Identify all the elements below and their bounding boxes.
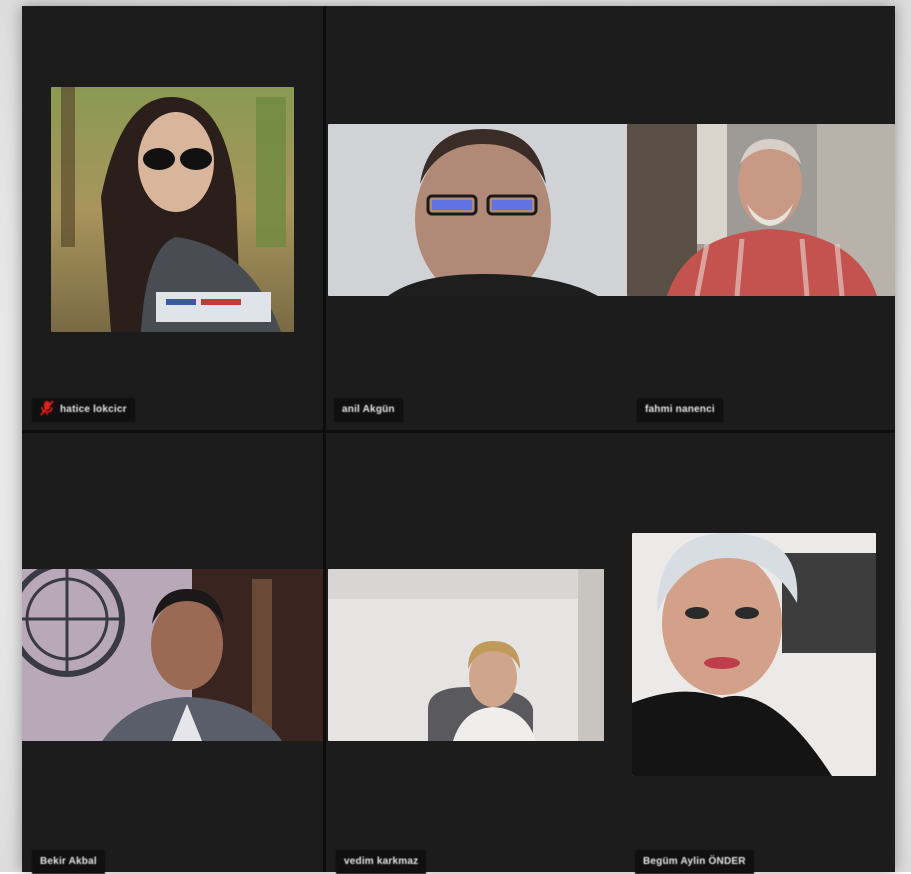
participant-video-1	[51, 87, 294, 332]
participant-tile-6[interactable]: Begüm Aylin ÖNDER	[627, 433, 895, 874]
participant-name-label: Bekir Akbal	[40, 856, 97, 867]
participant-name-tag-6: Begüm Aylin ÖNDER	[635, 850, 754, 874]
participant-name-label: fahmi nanenci	[645, 404, 715, 415]
participant-tile-5[interactable]: vedim karkmaz	[326, 433, 627, 874]
participant-name-label: Begüm Aylin ÖNDER	[643, 856, 746, 867]
participant-video-4	[22, 569, 323, 741]
participant-tile-1[interactable]: hatice lokcicr	[22, 6, 323, 430]
participant-name-tag-1: hatice lokcicr	[32, 398, 135, 422]
muted-microphone-icon	[40, 400, 54, 416]
participant-tile-2[interactable]: anil Akgün	[326, 6, 628, 430]
participant-tile-3[interactable]: fahmi nanenci	[627, 6, 895, 430]
participant-name-tag-3: fahmi nanenci	[637, 398, 723, 422]
participant-name-tag-4: Bekir Akbal	[32, 850, 105, 874]
participant-video-3	[627, 124, 895, 296]
participant-tile-4[interactable]: Bekir Akbal	[22, 433, 323, 874]
participant-name-tag-5: vedim karkmaz	[336, 850, 427, 874]
participant-video-5	[328, 569, 604, 741]
gallery-view-grid: hatice lokcicr anil Akgün fahmi nanenci …	[22, 6, 895, 874]
participant-name-tag-2: anil Akgün	[334, 398, 403, 422]
participant-name-label: hatice lokcicr	[60, 404, 127, 415]
screenshot-frame: hatice lokcicr anil Akgün fahmi nanenci …	[0, 0, 911, 874]
participant-video-2	[328, 124, 628, 296]
participant-name-label: anil Akgün	[342, 404, 395, 415]
participant-name-label: vedim karkmaz	[344, 856, 419, 867]
participant-video-6	[632, 533, 876, 776]
